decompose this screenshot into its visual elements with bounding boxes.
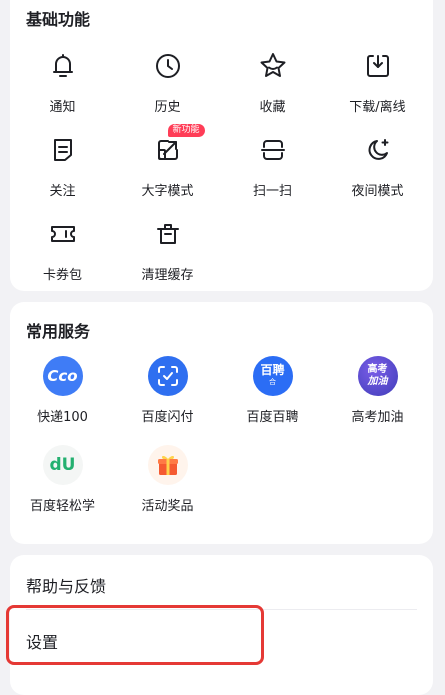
- notification-item[interactable]: 通知: [10, 46, 115, 115]
- recruit-item[interactable]: 百聘 合 百度百聘: [220, 356, 325, 425]
- star-icon: [253, 46, 293, 86]
- favorites-label: 收藏: [259, 100, 286, 115]
- ticket-icon: [43, 214, 83, 254]
- learning-item[interactable]: dU 百度轻松学: [10, 445, 115, 514]
- express-icon: Cco: [42, 356, 83, 396]
- gaokao-item[interactable]: 高考 加油 高考加油: [325, 356, 430, 425]
- follow-icon: [43, 130, 83, 170]
- scan-icon: [253, 130, 293, 170]
- recruit-icon: 百聘 合: [252, 356, 293, 396]
- scan-item[interactable]: 扫一扫: [220, 130, 325, 199]
- download-label: 下载/离线: [349, 100, 406, 115]
- follow-label: 关注: [49, 184, 76, 199]
- notification-label: 通知: [49, 100, 76, 115]
- download-item[interactable]: 下载/离线: [325, 46, 430, 115]
- common-services-card: 常用服务 Cco 快递100 百度闪付 百聘 合 百度百聘 高考 加油 高考加油…: [10, 302, 433, 544]
- scan-label: 扫一扫: [252, 184, 292, 199]
- favorites-item[interactable]: 收藏: [220, 46, 325, 115]
- pay-item[interactable]: 百度闪付: [115, 356, 220, 425]
- basic-functions-card: 基础功能 通知 历史 收藏 下载/离线 关注 新功能 大字模式 扫一扫 夜间模式…: [10, 0, 433, 291]
- bell-icon: [43, 46, 83, 86]
- gaokao-label: 高考加油: [351, 410, 404, 425]
- trash-icon: [148, 214, 188, 254]
- history-item[interactable]: 历史: [115, 46, 220, 115]
- new-feature-badge: 新功能: [167, 124, 205, 137]
- night-mode-label: 夜间模式: [351, 184, 404, 199]
- basic-functions-title: 基础功能: [26, 10, 91, 29]
- prizes-label: 活动奖品: [141, 499, 194, 514]
- follow-item[interactable]: 关注: [10, 130, 115, 199]
- recruit-label: 百度百聘: [246, 410, 299, 425]
- history-label: 历史: [154, 100, 181, 115]
- express-item[interactable]: Cco 快递100: [10, 356, 115, 425]
- clear-cache-item[interactable]: 清理缓存: [115, 214, 220, 283]
- coupon-wallet-label: 卡券包: [42, 268, 82, 283]
- pay-scan-icon: [147, 356, 188, 396]
- large-text-label: 大字模式: [141, 184, 194, 199]
- moon-icon: [358, 130, 398, 170]
- download-icon: [358, 46, 398, 86]
- pay-label: 百度闪付: [141, 410, 194, 425]
- express-label: 快递100: [37, 410, 88, 425]
- gaokao-icon: 高考 加油: [357, 356, 398, 396]
- large-text-item[interactable]: 新功能 大字模式: [115, 124, 220, 199]
- large-text-icon: 新功能: [148, 124, 205, 170]
- help-feedback-item[interactable]: 帮助与反馈: [26, 573, 106, 597]
- learning-icon: dU: [42, 445, 83, 485]
- night-mode-item[interactable]: 夜间模式: [325, 130, 430, 199]
- common-services-title: 常用服务: [26, 322, 91, 341]
- settings-highlight-box: [6, 605, 264, 665]
- gift-icon: [147, 445, 188, 485]
- prizes-item[interactable]: 活动奖品: [115, 445, 220, 514]
- clock-icon: [148, 46, 188, 86]
- clear-cache-label: 清理缓存: [141, 268, 194, 283]
- coupon-wallet-item[interactable]: 卡券包: [10, 214, 115, 283]
- learning-label: 百度轻松学: [29, 499, 95, 514]
